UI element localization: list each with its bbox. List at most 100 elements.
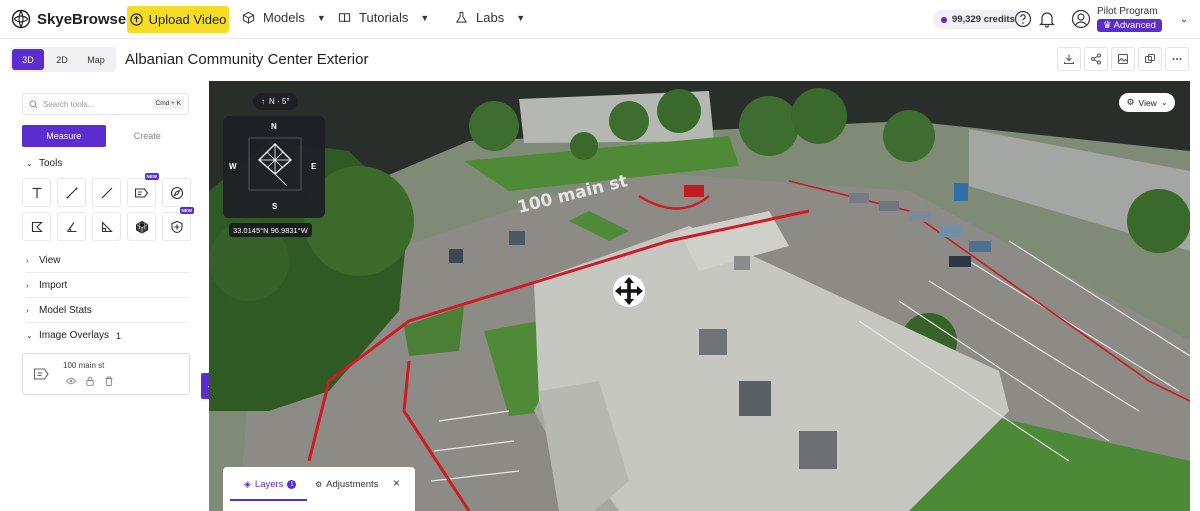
chevron-right-icon: › bbox=[26, 306, 29, 315]
section-import-label: Import bbox=[39, 280, 68, 291]
coordinates-readout: 33.0145°N 96.9831°W bbox=[229, 223, 312, 237]
area-tool[interactable] bbox=[22, 212, 51, 241]
mode-map-button[interactable]: Map bbox=[80, 49, 112, 70]
avatar-icon bbox=[1071, 9, 1091, 29]
compass-w: W bbox=[229, 162, 237, 171]
tab-layers-label: Layers bbox=[254, 479, 284, 490]
new-badge: NEW bbox=[179, 207, 194, 214]
heading-label: N · 5° bbox=[269, 97, 290, 106]
section-model-stats-label: Model Stats bbox=[39, 305, 92, 316]
slope-tool[interactable] bbox=[92, 212, 121, 241]
layers-icon: ◈ bbox=[244, 479, 251, 489]
mode-2d-button[interactable]: 2D bbox=[46, 49, 78, 70]
view-options-button[interactable]: ⚙ View ⌄ bbox=[1119, 93, 1175, 112]
label-tool[interactable]: NEW bbox=[127, 173, 159, 207]
bell-icon[interactable] bbox=[1038, 10, 1056, 28]
section-tools-header[interactable]: ⌄ Tools bbox=[26, 158, 62, 169]
user-program-label: Pilot Program bbox=[1097, 6, 1158, 17]
distance-tool[interactable] bbox=[57, 178, 86, 207]
volume-tool[interactable] bbox=[127, 212, 156, 241]
nav-tutorials-label: Tutorials bbox=[359, 10, 409, 25]
upload-icon bbox=[129, 13, 143, 26]
help-icon[interactable] bbox=[1014, 10, 1032, 28]
flask-icon bbox=[455, 11, 468, 23]
overlay-item[interactable]: 100 main st bbox=[22, 353, 190, 395]
chevron-down-icon: ▼ bbox=[420, 12, 430, 23]
height-tool[interactable] bbox=[92, 178, 121, 207]
compare-button[interactable] bbox=[1138, 47, 1162, 71]
compass-s: S bbox=[272, 202, 278, 211]
adjust-icon: ⚙ bbox=[315, 480, 323, 489]
heading-indicator[interactable]: ↑ N · 5° bbox=[253, 93, 298, 110]
volume-cube-icon bbox=[135, 220, 148, 234]
cube-icon bbox=[242, 11, 255, 24]
snapshot-button[interactable] bbox=[1111, 47, 1135, 71]
search-tools-input[interactable]: Search tools... Cmd + K bbox=[22, 93, 189, 115]
compass-n: N bbox=[271, 122, 277, 131]
divider bbox=[26, 322, 189, 323]
shield-plus-icon bbox=[170, 220, 183, 233]
layers-count-badge: 1 bbox=[287, 480, 297, 489]
nav-models-label: Models bbox=[263, 10, 305, 25]
view-mode-switcher: 3D 2D Map bbox=[10, 47, 116, 72]
image-overlays-count: 1 bbox=[116, 330, 122, 341]
chevron-right-icon: › bbox=[26, 281, 29, 290]
nav-labs-label: Labs bbox=[476, 10, 505, 25]
credits-badge[interactable]: 99,329 credits bbox=[933, 10, 1023, 29]
tab-measure[interactable]: Measure bbox=[22, 125, 106, 147]
section-view[interactable]: › View bbox=[26, 255, 61, 266]
eye-icon[interactable] bbox=[66, 377, 76, 385]
credits-dot-icon bbox=[941, 16, 947, 23]
nav-models[interactable]: Models ▼ bbox=[242, 10, 326, 25]
aerial-scene: 100 main st bbox=[209, 81, 1190, 511]
compass-tool[interactable] bbox=[162, 178, 191, 207]
search-shortcut: Cmd + K bbox=[152, 98, 184, 109]
sliders-icon: ⚙ bbox=[1126, 97, 1135, 107]
close-icon[interactable]: × bbox=[393, 476, 400, 490]
upload-video-button[interactable]: Upload Video bbox=[127, 6, 229, 33]
more-options-button[interactable] bbox=[1165, 47, 1189, 71]
overlay-item-name: 100 main st bbox=[63, 361, 105, 370]
compass-widget[interactable]: N S E W bbox=[223, 116, 325, 218]
3d-viewport[interactable]: 100 main st ↑ N · 5° N S E W 33.0145°N 9… bbox=[209, 81, 1190, 511]
tab-layers[interactable]: ◈ Layers 1 bbox=[244, 479, 297, 490]
new-badge: NEW bbox=[144, 173, 159, 180]
move-cursor-icon[interactable] bbox=[611, 273, 647, 309]
angle-tool[interactable] bbox=[57, 212, 86, 241]
user-menu[interactable]: Pilot Program ♛ Advanced ⌄ bbox=[1071, 6, 1188, 32]
chevron-down-icon: ⌄ bbox=[1179, 13, 1189, 25]
chevron-down-icon: ⌄ bbox=[1160, 98, 1168, 107]
section-image-overlays[interactable]: ⌄ Image Overlays 1 bbox=[26, 330, 121, 341]
mode-3d-button[interactable]: 3D bbox=[12, 49, 44, 70]
section-import[interactable]: › Import bbox=[26, 280, 67, 291]
text-tool[interactable] bbox=[22, 178, 51, 207]
nav-labs[interactable]: Labs ▼ bbox=[455, 10, 525, 25]
section-model-stats[interactable]: › Model Stats bbox=[26, 305, 92, 316]
book-icon bbox=[338, 13, 351, 23]
search-placeholder: Search tools... bbox=[43, 99, 95, 109]
tag-icon bbox=[134, 187, 149, 198]
nav-tutorials[interactable]: Tutorials ▼ bbox=[338, 10, 429, 25]
compass-e: E bbox=[311, 162, 317, 171]
tab-create[interactable]: Create bbox=[106, 125, 190, 147]
view-options-label: View bbox=[1138, 97, 1157, 108]
image-icon bbox=[1118, 54, 1128, 64]
arrow-up-icon: ↑ bbox=[261, 97, 265, 106]
tools-sidebar: Search tools... Cmd + K Measure Create ⌄… bbox=[10, 81, 199, 511]
trash-icon[interactable] bbox=[105, 376, 113, 386]
tab-adjustments[interactable]: ⚙ Adjustments bbox=[315, 479, 378, 490]
share-icon bbox=[1091, 53, 1101, 65]
lock-icon[interactable] bbox=[86, 376, 94, 386]
search-icon bbox=[29, 99, 38, 108]
skyebrowse-logo-icon bbox=[11, 9, 31, 29]
layers-panel: ◈ Layers 1 ⚙ Adjustments × bbox=[223, 467, 415, 511]
triangle-ruler-icon bbox=[101, 220, 113, 232]
share-button[interactable] bbox=[1084, 47, 1108, 71]
download-button[interactable] bbox=[1057, 47, 1081, 71]
shield-tool[interactable]: NEW bbox=[162, 207, 194, 241]
copy-icon bbox=[1145, 54, 1155, 63]
tier-label: Advanced bbox=[1113, 20, 1156, 31]
top-nav-bar: SkyeBrowse Upload Video Models ▼ Tutoria… bbox=[0, 0, 1200, 39]
upload-video-label: Upload Video bbox=[148, 12, 227, 27]
logo[interactable]: SkyeBrowse bbox=[11, 9, 126, 29]
